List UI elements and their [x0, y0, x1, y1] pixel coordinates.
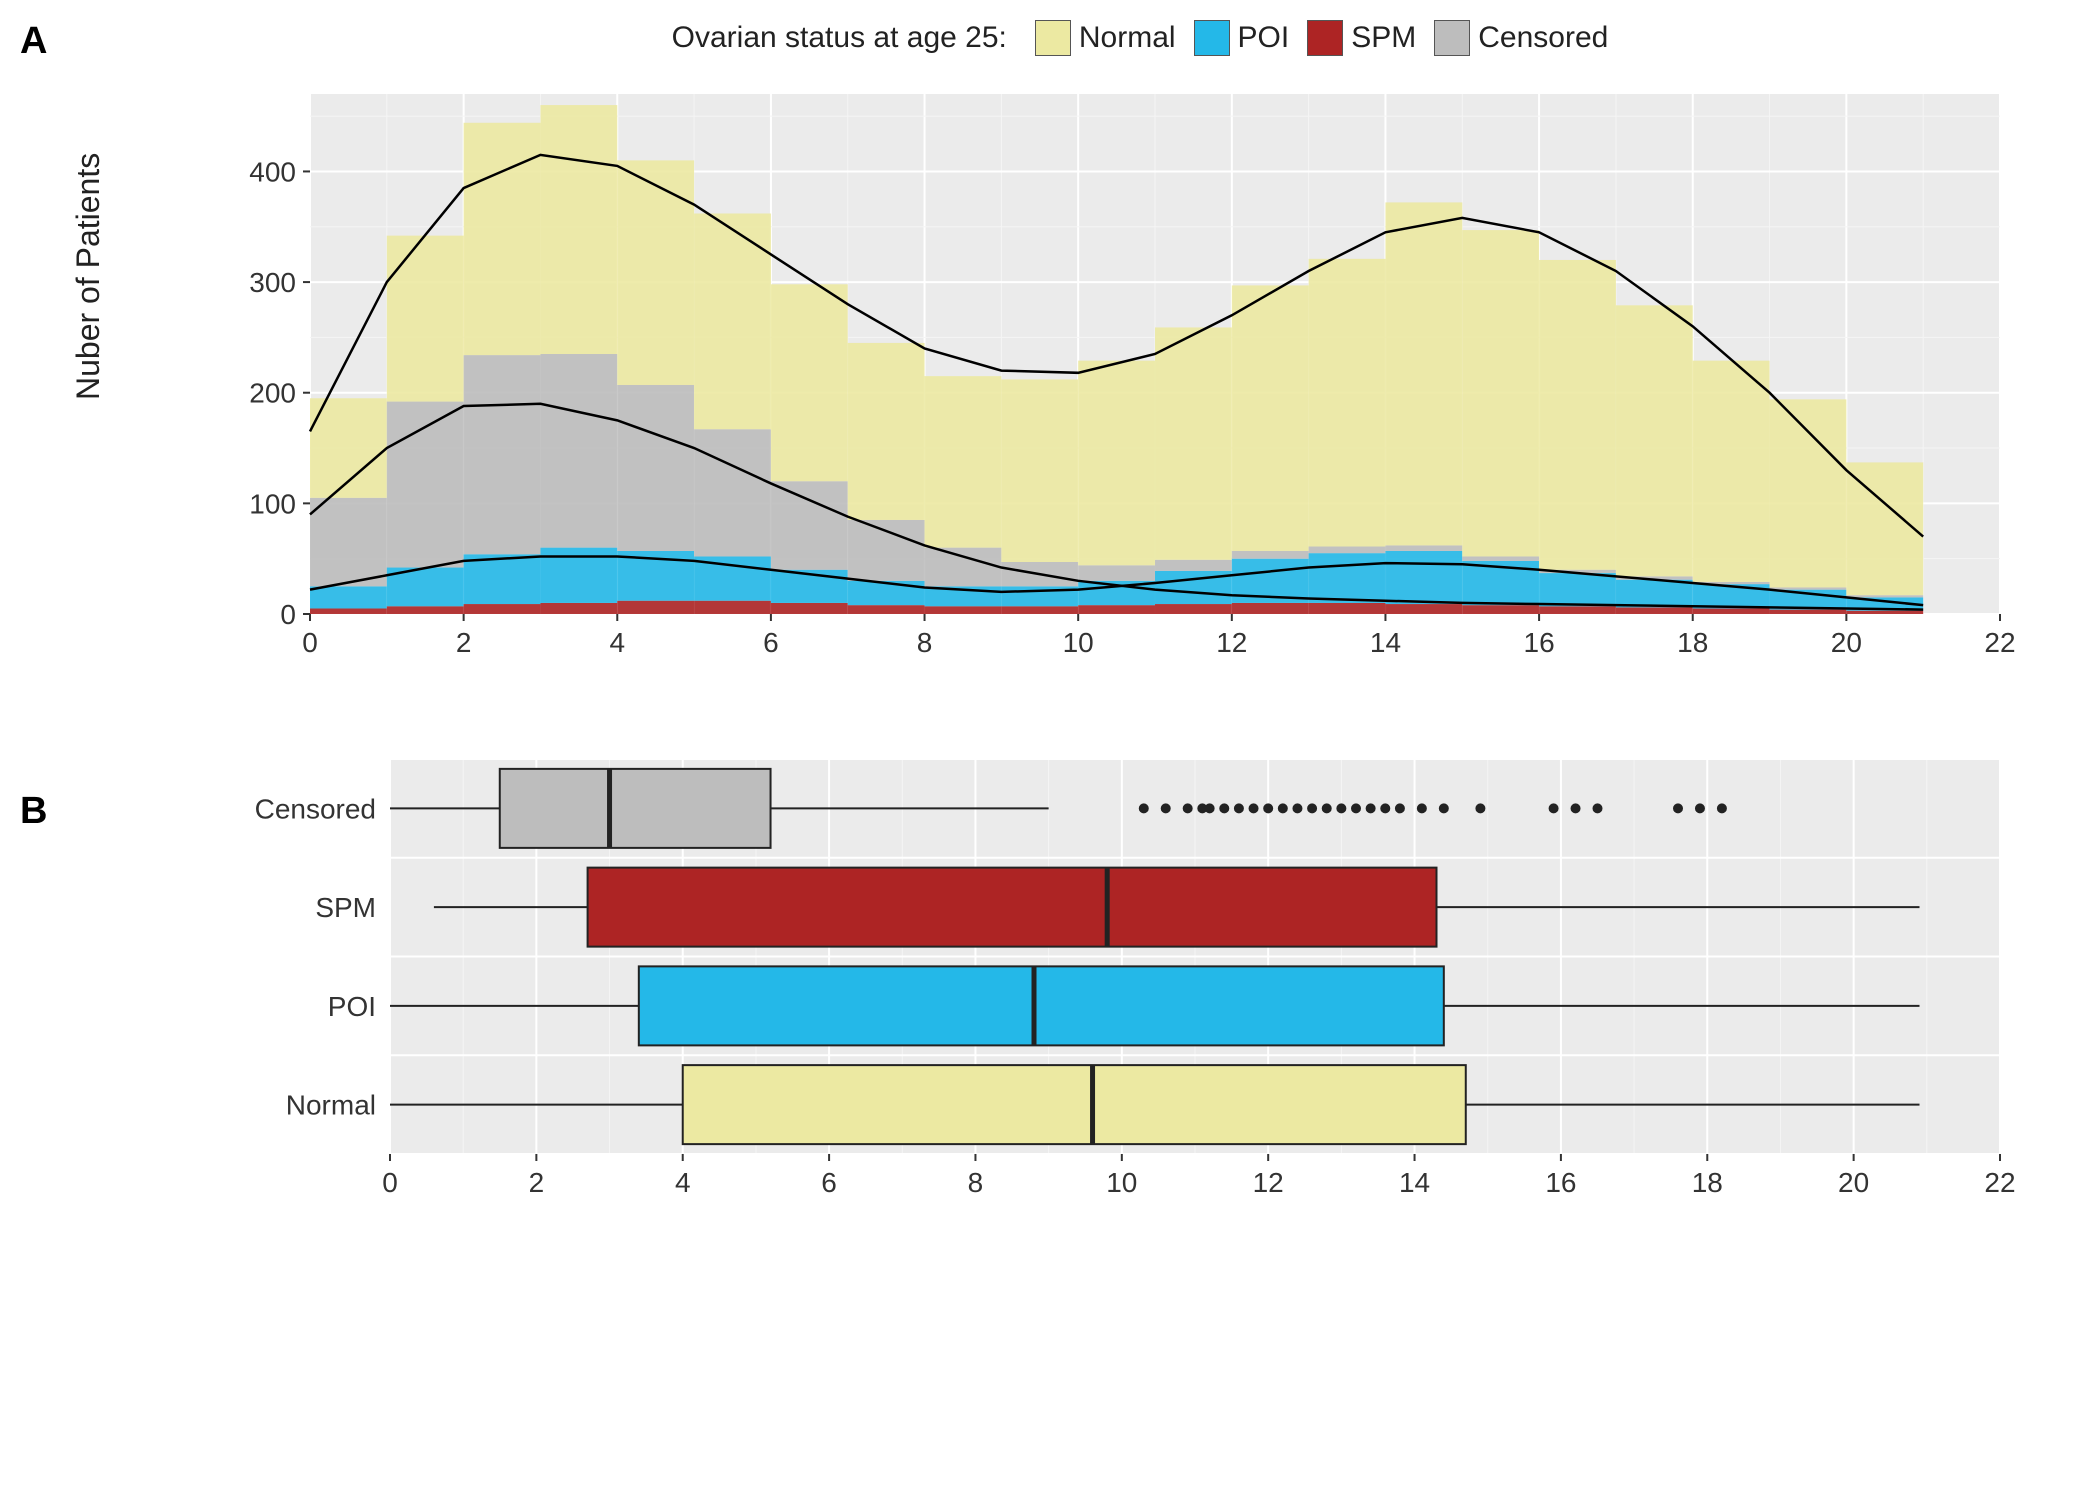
svg-text:100: 100 [249, 488, 296, 519]
svg-text:Censored: Censored [255, 793, 376, 824]
legend-swatch-poi [1194, 20, 1230, 56]
svg-text:12: 12 [1216, 627, 1247, 658]
legend: Ovarian status at age 25: Normal POI SPM… [20, 20, 2080, 56]
legend-item-censored: Censored [1434, 20, 1608, 56]
svg-text:6: 6 [821, 1167, 837, 1198]
svg-text:14: 14 [1399, 1167, 1430, 1198]
panel-a-label: A [20, 20, 47, 63]
svg-text:14: 14 [1370, 627, 1401, 658]
legend-item-poi: POI [1194, 20, 1290, 56]
svg-text:8: 8 [917, 627, 933, 658]
svg-text:18: 18 [1692, 1167, 1723, 1198]
svg-text:16: 16 [1545, 1167, 1576, 1198]
svg-text:22: 22 [1984, 1167, 2015, 1198]
legend-title: Ovarian status at age 25: [672, 21, 1007, 55]
svg-text:300: 300 [249, 267, 296, 298]
panel-b-plot: Censored SPM POI Normal 0 2 4 6 8 10 12 14 16 18 20 22 [240, 744, 2020, 1214]
panel-a-plot: 0 2 4 6 8 10 12 14 16 18 20 22 0 100 200 300 400 [240, 84, 2020, 674]
svg-text:0: 0 [302, 627, 318, 658]
svg-text:20: 20 [1838, 1167, 1869, 1198]
svg-text:6: 6 [763, 627, 779, 658]
svg-text:8: 8 [968, 1167, 984, 1198]
panel-a-svg: 0 2 4 6 8 10 12 14 16 18 20 22 0 100 200 300 400 [240, 84, 2020, 674]
legend-label-spm: SPM [1351, 21, 1416, 55]
legend-item-normal: Normal [1035, 20, 1176, 56]
svg-text:16: 16 [1524, 627, 1555, 658]
legend-swatch-censored [1434, 20, 1470, 56]
svg-text:Normal: Normal [286, 1090, 376, 1121]
svg-text:SPM: SPM [315, 892, 376, 923]
legend-label-normal: Normal [1079, 21, 1176, 55]
svg-text:4: 4 [609, 627, 625, 658]
panel-b-svg: Censored SPM POI Normal 0 2 4 6 8 10 12 14 16 18 20 22 [240, 744, 2020, 1214]
svg-text:2: 2 [456, 627, 472, 658]
svg-text:0: 0 [382, 1167, 398, 1198]
svg-text:400: 400 [249, 156, 296, 187]
legend-swatch-spm [1307, 20, 1343, 56]
svg-text:10: 10 [1063, 627, 1094, 658]
svg-text:22: 22 [1984, 627, 2015, 658]
svg-text:POI: POI [328, 991, 376, 1022]
legend-label-censored: Censored [1478, 21, 1608, 55]
legend-swatch-normal [1035, 20, 1071, 56]
svg-text:10: 10 [1106, 1167, 1137, 1198]
legend-item-spm: SPM [1307, 20, 1416, 56]
svg-text:2: 2 [529, 1167, 545, 1198]
svg-text:18: 18 [1677, 627, 1708, 658]
svg-text:0: 0 [280, 599, 296, 630]
panel-a-ylabel: Nuber of Patients [70, 153, 107, 400]
legend-label-poi: POI [1238, 21, 1290, 55]
figure: A Ovarian status at age 25: Normal POI S… [20, 20, 2080, 1214]
svg-text:20: 20 [1831, 627, 1862, 658]
svg-text:4: 4 [675, 1167, 691, 1198]
svg-text:12: 12 [1253, 1167, 1284, 1198]
svg-text:200: 200 [249, 378, 296, 409]
panel-b-label: B [20, 790, 47, 833]
